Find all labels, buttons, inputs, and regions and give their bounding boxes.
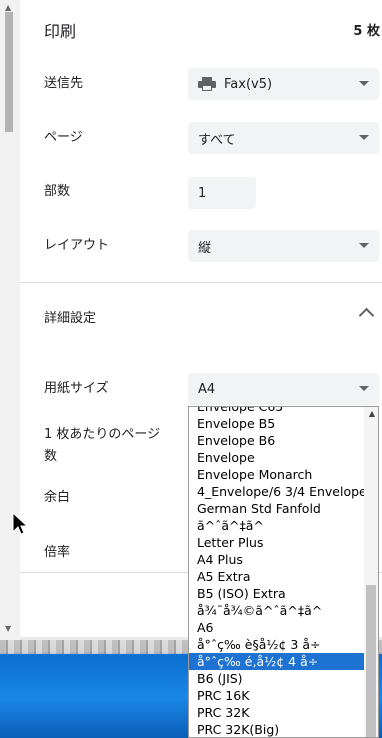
destination-value: Fax(v5) [224,76,273,92]
advanced-settings-toggle[interactable]: 詳細設定 [44,308,96,330]
pages-per-sheet-label: 1 枚あたりのページ数 [44,427,161,464]
dropdown-option[interactable]: PRC 16K [189,687,364,704]
dropdown-option[interactable]: PRC 32K(Big) [189,721,364,737]
dropdown-option[interactable]: German Std Fanfold [189,500,364,517]
dropdown-option[interactable]: å°ˆç‰ é‚å½¢ 4 å÷ [189,653,364,670]
dropdown-option[interactable]: A6 [189,619,364,636]
dropdown-option[interactable]: å¾¯å¾©ã^ˆã^‡ã^ [189,602,364,619]
dropdown-option[interactable]: 4_Envelope/6 3/4 Envelope [189,483,364,500]
scroll-up-icon[interactable]: ▲ [5,3,11,12]
divider [20,282,382,283]
chevron-down-icon [359,243,369,248]
printer-icon [198,77,216,91]
page-scrollbar[interactable]: ▲ ▼ [0,0,18,640]
scroll-up-icon[interactable]: ▲ [369,409,375,418]
chevron-down-icon [359,81,369,86]
layout-label: レイアウト [44,238,110,253]
destination-select[interactable]: Fax(v5) [188,68,379,100]
margins-label: 余白 [44,490,71,505]
chevron-up-icon[interactable] [358,307,375,324]
page-title: 印刷 [44,22,77,41]
dropdown-option[interactable]: å°ˆç‰ è§å½¢ 3 å÷ [189,636,364,653]
dropdown-option[interactable]: Letter Plus [189,534,364,551]
scroll-down-icon[interactable]: ▼ [5,624,11,633]
dropdown-scrollbar[interactable]: ▲ [364,407,378,737]
dropdown-option[interactable]: Envelope B5 [189,415,364,432]
dropdown-option[interactable]: Envelope [189,449,364,466]
paper-size-options: Envelope C65 Envelope B5 Envelope B6 Envelo… [189,407,364,737]
copies-label: 部数 [44,184,71,199]
destination-label: 送信先 [44,76,84,91]
dropdown-option[interactable]: Envelope B6 [189,432,364,449]
copies-value: 1 [198,185,207,201]
paper-size-dropdown[interactable]: Envelope C65 Envelope B5 Envelope B6 Envelo… [188,406,379,738]
dropdown-option[interactable]: B6 (JIS) [189,670,364,687]
paper-size-value: A4 [198,381,216,397]
pages-value: すべて [198,132,236,148]
pages-select[interactable]: すべて [188,122,379,154]
paper-size-label: 用紙サイズ [44,381,109,396]
paper-size-select[interactable]: A4 [188,373,379,405]
scale-label: 倍率 [44,545,71,560]
dropdown-option[interactable]: Envelope Monarch [189,466,364,483]
sheet-count: 5 枚 [353,24,380,39]
dropdown-option[interactable]: Envelope C65 [189,407,364,415]
pages-label: ページ [44,130,83,145]
dropdown-option[interactable]: ã^ˆã^‡ã^ [189,517,364,534]
dropdown-scroll-thumb[interactable] [366,585,376,737]
copies-input[interactable]: 1 [188,177,256,209]
layout-select[interactable]: 縦 [188,230,379,262]
chevron-down-icon [359,135,369,140]
chevron-down-icon [359,386,369,391]
dropdown-option[interactable]: A5 Extra [189,568,364,585]
dropdown-option[interactable]: B5 (ISO) Extra [189,585,364,602]
layout-value: 縦 [198,240,212,256]
mouse-cursor-icon [12,512,28,535]
page-scroll-thumb[interactable] [5,12,13,132]
dropdown-option[interactable]: PRC 32K [189,704,364,721]
dropdown-option[interactable]: A4 Plus [189,551,364,568]
